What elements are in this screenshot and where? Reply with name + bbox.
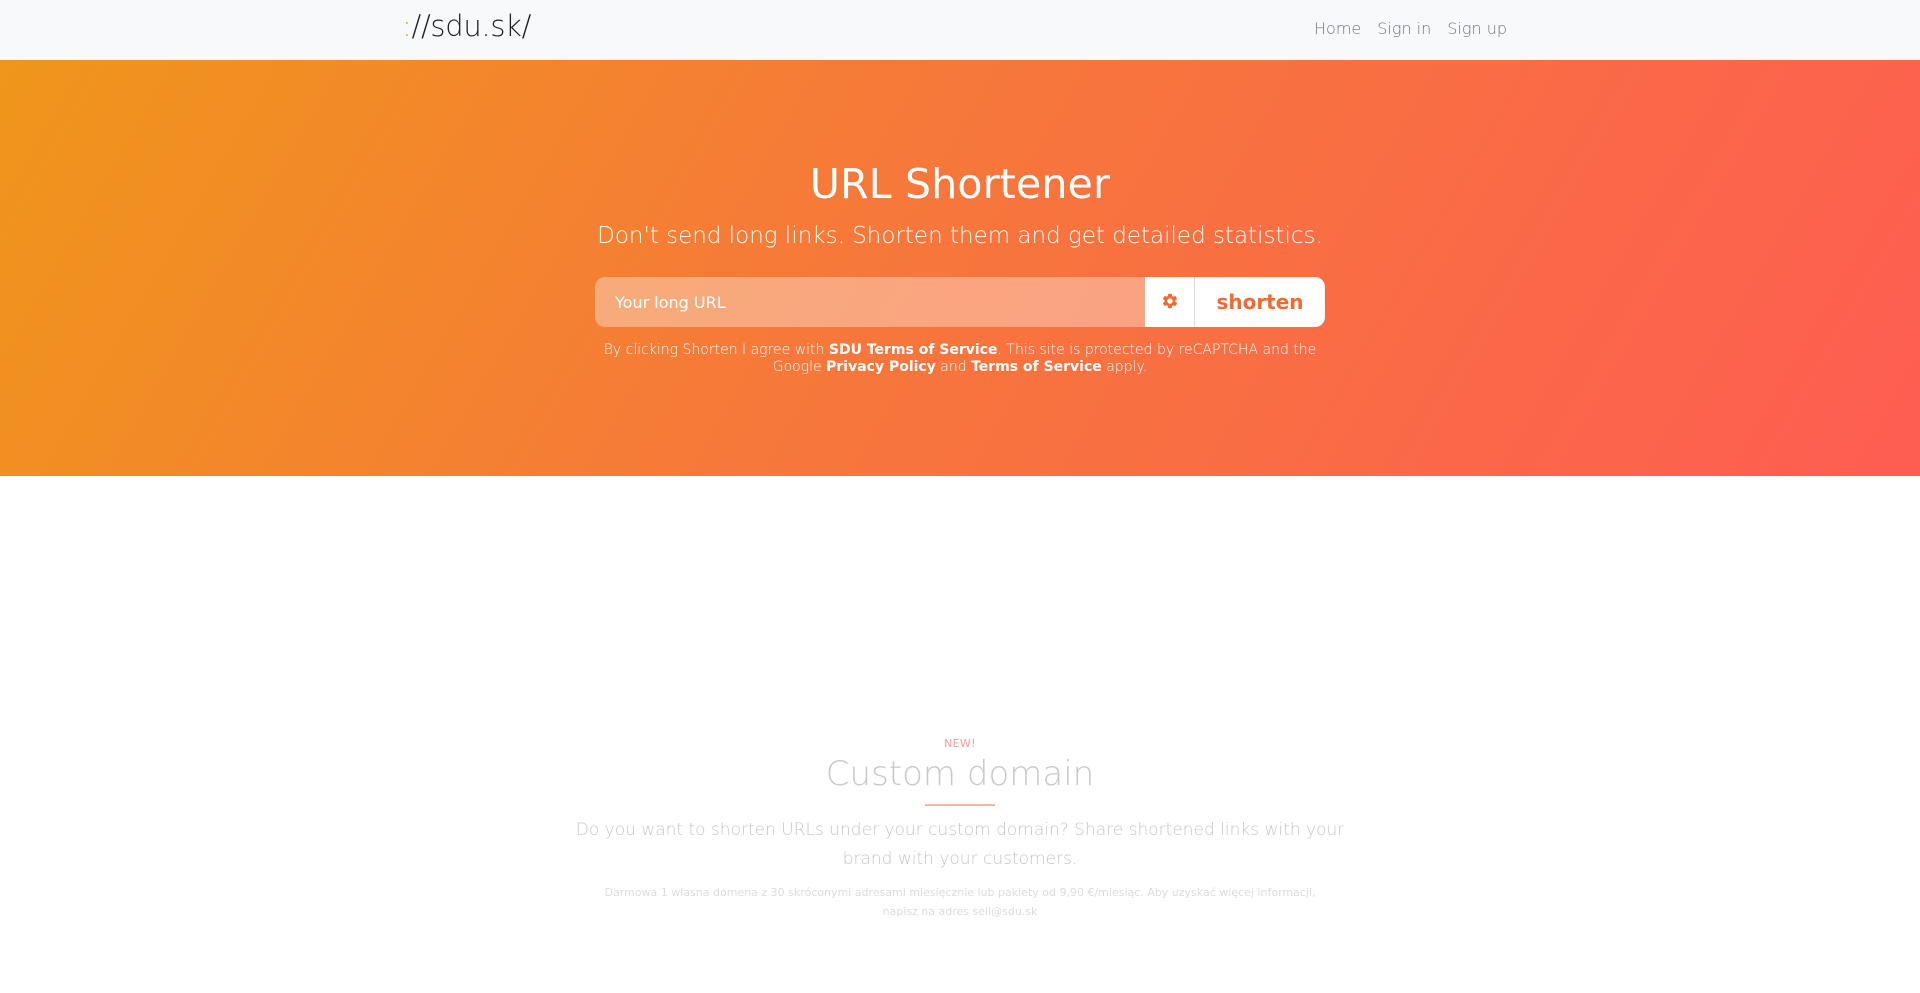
- shorten-button[interactable]: shorten: [1195, 277, 1325, 327]
- brand-logo[interactable]: ://sdu.sk/: [402, 9, 531, 43]
- brand-text: //sdu.sk/: [411, 9, 532, 43]
- hero-title: URL Shortener: [809, 160, 1111, 208]
- custom-domain-description: Do you want to shorten URLs under your c…: [575, 820, 1345, 869]
- long-url-input[interactable]: [595, 277, 1145, 327]
- custom-domain-title: Custom domain: [825, 754, 1095, 794]
- legal-text-1: By clicking Shorten I agree with: [603, 342, 829, 358]
- shorten-form: shorten: [595, 277, 1325, 327]
- nav-link-sign-in[interactable]: Sign in: [1377, 19, 1431, 38]
- title-divider: [925, 804, 995, 806]
- custom-domain-pricing: Darmowa 1 własna domena z 30 skróconymi …: [604, 886, 1316, 918]
- gear-icon: [1161, 292, 1179, 313]
- hero-section: URL Shortener Don't send long links. Sho…: [0, 60, 1920, 476]
- legal-text-3: and: [935, 359, 972, 375]
- nav-links: Home Sign in Sign up: [1314, 19, 1507, 38]
- legal-notice: By clicking Shorten I agree with SDU Ter…: [595, 342, 1325, 376]
- nav-link-home[interactable]: Home: [1314, 19, 1361, 38]
- hero-subtitle: Don't send long links. Shorten them and …: [597, 223, 1323, 249]
- sdu-terms-link[interactable]: SDU Terms of Service: [829, 342, 998, 358]
- privacy-policy-link[interactable]: Privacy Policy: [826, 359, 936, 375]
- google-terms-link[interactable]: Terms of Service: [971, 359, 1102, 375]
- nav-link-sign-up[interactable]: Sign up: [1447, 19, 1507, 38]
- legal-text-4: apply.: [1101, 359, 1148, 375]
- navbar: ://sdu.sk/ Home Sign in Sign up: [0, 0, 1920, 60]
- settings-button[interactable]: [1145, 277, 1195, 327]
- new-badge: NEW!: [944, 737, 976, 750]
